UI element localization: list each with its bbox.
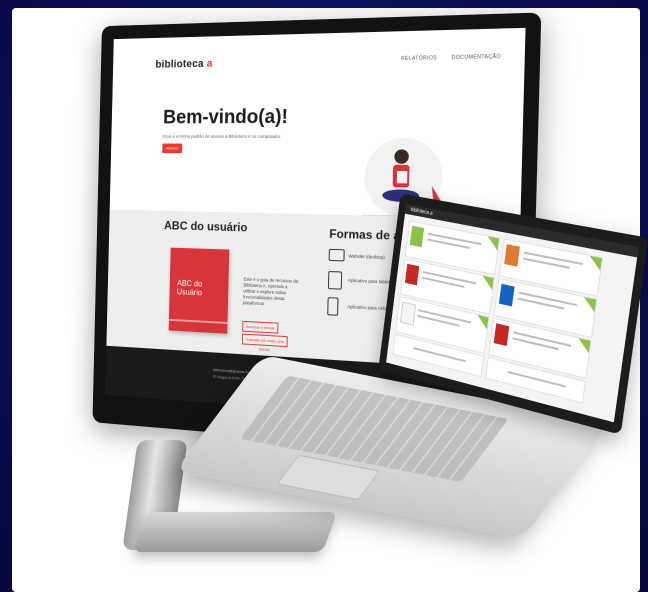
monitor-stand-base (132, 512, 338, 552)
laptop-logo[interactable]: biblioteca a (410, 207, 433, 217)
hero-title: Bem-vindo(a)! (162, 106, 289, 129)
book-thumbnail (409, 225, 425, 248)
book-thumbnail (498, 283, 515, 307)
tablet-icon (327, 270, 343, 290)
ebook-description: Este é o guia de recursos da Biblioteca … (242, 276, 299, 307)
book-card-badge (481, 275, 494, 290)
logo-accent: a (206, 57, 213, 70)
book-card-badge (582, 297, 597, 313)
ebook-cover-stripe (168, 318, 228, 324)
book-thumbnail (404, 263, 420, 286)
ebook-cover[interactable]: ABC do Usuário (168, 247, 230, 334)
hero-subtitle: Essa é a forma padrão de acesso à Biblio… (162, 133, 282, 139)
book-card-badge (588, 255, 602, 271)
book-thumbnail (399, 301, 417, 326)
abc-title: ABC do usuário (163, 218, 248, 235)
desktop-icon (328, 248, 345, 262)
book-card-badge (486, 236, 499, 251)
book-card-line (507, 370, 566, 388)
book-thumbnail (493, 323, 510, 347)
book-thumbnail (504, 244, 520, 267)
site-logo[interactable]: biblioteca a (155, 58, 212, 71)
logo-text: biblioteca (155, 58, 204, 71)
book-card-badge (576, 338, 591, 354)
book-card-badge (475, 314, 489, 330)
phone-icon (327, 297, 339, 316)
ebook-cover-title: ABC do Usuário (176, 278, 203, 298)
ebook-link[interactable]: Acessar o ebook (242, 320, 279, 334)
book-card-line (413, 347, 466, 363)
book-card-line (512, 337, 559, 351)
nav-relatorios[interactable]: RELATÓRIOS (401, 55, 437, 62)
nav-documentacao[interactable]: DOCUMENTAÇÃO (452, 54, 501, 61)
access-button[interactable]: Acessar (162, 143, 183, 154)
